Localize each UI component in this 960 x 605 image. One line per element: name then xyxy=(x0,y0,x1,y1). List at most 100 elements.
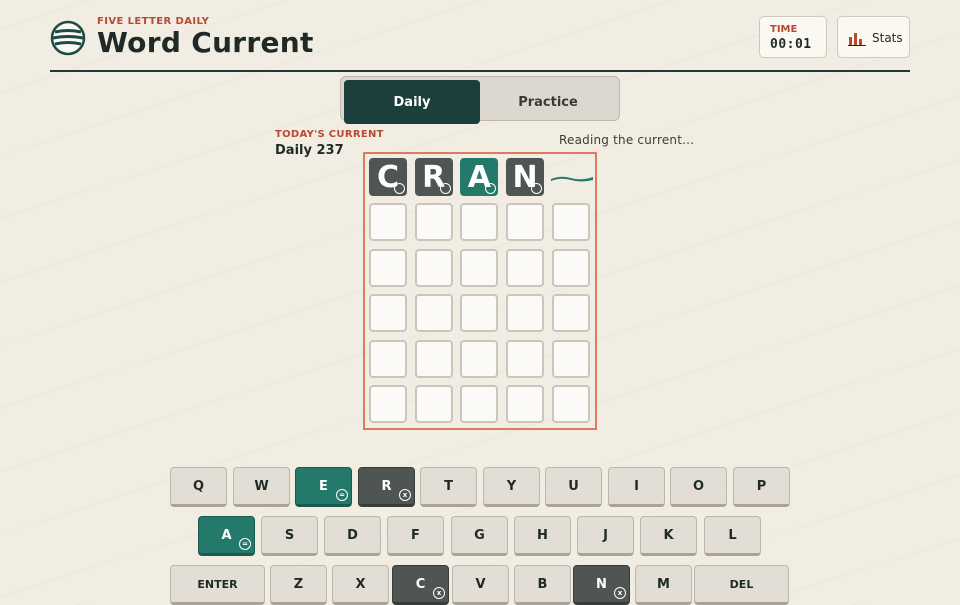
app-title: Word Current xyxy=(97,26,314,59)
board-tile xyxy=(414,385,453,423)
board-tile xyxy=(460,339,499,378)
key-label: G xyxy=(474,527,485,543)
key-label: Q xyxy=(192,478,205,494)
key-label: ENTER xyxy=(197,577,238,591)
key-n[interactable]: Nx xyxy=(573,565,630,605)
puzzle-name: Daily 237 xyxy=(275,143,344,158)
key-label: E xyxy=(319,478,328,494)
key-label: B xyxy=(537,576,548,592)
key-u[interactable]: U xyxy=(545,467,602,507)
key-p[interactable]: P xyxy=(733,467,790,507)
key-label: U xyxy=(568,478,579,494)
key-label: Z xyxy=(293,576,304,592)
board-tile xyxy=(551,385,590,423)
key-h[interactable]: H xyxy=(514,516,571,556)
key-state-icon: = xyxy=(239,538,251,550)
wave-logo-icon xyxy=(50,20,86,56)
key-i[interactable]: I xyxy=(608,467,665,507)
board-tile xyxy=(460,203,499,242)
key-w[interactable]: W xyxy=(233,467,290,507)
key-label: T xyxy=(444,478,453,494)
key-b[interactable]: B xyxy=(514,565,571,605)
board-tile xyxy=(369,385,407,423)
key-label: H xyxy=(537,527,548,543)
mode-toggle: Daily Practice xyxy=(340,76,620,124)
key-z[interactable]: Z xyxy=(270,565,327,605)
board-tile xyxy=(369,294,407,333)
stats-button[interactable]: Stats xyxy=(837,16,910,58)
key-label: F xyxy=(411,527,420,543)
tile-state-icon xyxy=(394,183,405,194)
key-label: J xyxy=(603,527,608,543)
key-label: V xyxy=(475,576,486,592)
board-tile: C xyxy=(369,158,407,196)
board-tile xyxy=(414,203,453,242)
board-tile xyxy=(551,294,590,333)
key-g[interactable]: G xyxy=(451,516,508,556)
key-s[interactable]: S xyxy=(261,516,318,556)
bar-chart-icon xyxy=(848,33,866,46)
board-tile xyxy=(414,248,453,287)
key-label: W xyxy=(254,478,269,494)
key-r[interactable]: Rx xyxy=(358,467,415,507)
board-tile xyxy=(551,203,590,242)
board-tile xyxy=(460,248,499,287)
key-label: P xyxy=(756,478,767,494)
key-del[interactable]: DEL xyxy=(694,565,789,605)
key-d[interactable]: D xyxy=(324,516,381,556)
key-o[interactable]: O xyxy=(670,467,727,507)
key-y[interactable]: Y xyxy=(483,467,540,507)
key-label: N xyxy=(596,576,607,592)
tile-state-icon xyxy=(531,183,543,194)
key-m[interactable]: M xyxy=(635,565,692,605)
key-e[interactable]: E = xyxy=(295,467,352,507)
timer-box: TIME 00:01 xyxy=(759,16,827,58)
key-label: D xyxy=(347,527,358,543)
key-state-icon: x xyxy=(399,489,411,501)
tab-practice[interactable]: Practice xyxy=(480,80,616,124)
key-label: K xyxy=(663,527,674,543)
board-tile xyxy=(369,248,407,287)
key-c[interactable]: Cx xyxy=(392,565,449,605)
key-k[interactable]: K xyxy=(640,516,697,556)
key-label: O xyxy=(692,478,705,494)
key-t[interactable]: T xyxy=(420,467,477,507)
key-x[interactable]: X xyxy=(332,565,389,605)
key-enter[interactable]: ENTER xyxy=(170,565,265,605)
tile-state-icon xyxy=(439,183,451,194)
tile-state-icon xyxy=(485,183,497,194)
key-f[interactable]: F xyxy=(387,516,444,556)
key-label: I xyxy=(634,478,639,494)
puzzle-kicker: TODAY'S CURRENT xyxy=(275,129,384,140)
board-tile xyxy=(369,339,407,378)
board-tile xyxy=(414,339,453,378)
board-tile xyxy=(460,385,499,423)
tab-daily[interactable]: Daily xyxy=(344,80,480,124)
board-tile xyxy=(414,294,453,333)
key-label: R xyxy=(381,478,392,494)
game-board: CRAN xyxy=(363,152,597,430)
key-label: X xyxy=(355,576,366,592)
board-tile: A xyxy=(460,158,499,196)
header: FIVE LETTER DAILY Word Current TIME 00:0… xyxy=(50,12,910,72)
timer-value: 00:01 xyxy=(770,37,812,52)
board-tile xyxy=(506,385,545,423)
board-tile xyxy=(460,294,499,333)
board-tile xyxy=(506,248,545,287)
board-tile xyxy=(506,294,545,333)
key-a[interactable]: A = xyxy=(198,516,255,556)
board-tile xyxy=(506,339,545,378)
board-tile xyxy=(506,203,545,242)
key-label: DEL xyxy=(729,577,754,591)
key-label: L xyxy=(728,527,737,543)
key-v[interactable]: V xyxy=(452,565,509,605)
key-l[interactable]: L xyxy=(704,516,761,556)
key-label: A xyxy=(221,527,232,543)
key-q[interactable]: Q xyxy=(170,467,227,507)
key-state-icon: x xyxy=(433,587,445,599)
board-tile xyxy=(551,248,590,287)
board-tile: N xyxy=(506,158,545,196)
board-tile: R xyxy=(414,158,453,196)
board-tile xyxy=(369,203,407,242)
key-j[interactable]: J xyxy=(577,516,634,556)
